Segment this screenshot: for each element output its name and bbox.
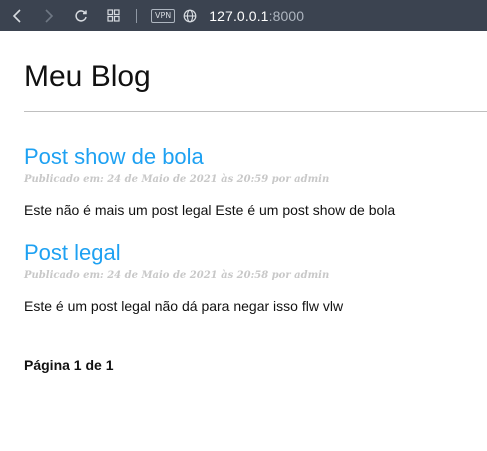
url-host: 127.0.0.1 [209, 7, 269, 24]
post-meta: Publicado em: 24 de Maio de 2021 às 20:5… [24, 174, 330, 185]
toolbar-divider [136, 8, 137, 23]
post-excerpt: Este é um post legal não dá para negar i… [24, 298, 344, 314]
post-item: Post show de bola Publicado em: 24 de Ma… [24, 142, 487, 219]
post-title-link[interactable]: Post legal [24, 238, 487, 268]
title-divider [24, 111, 487, 112]
reload-icon[interactable] [72, 6, 90, 26]
forward-icon[interactable] [40, 6, 58, 26]
tabs-grid-icon[interactable] [104, 6, 122, 26]
site-title[interactable]: Meu Blog [24, 31, 487, 99]
url-port: :8000 [268, 7, 305, 24]
back-icon[interactable] [8, 6, 26, 26]
post-title-link[interactable]: Post show de bola [24, 142, 487, 172]
vpn-badge[interactable]: VPN [151, 8, 176, 23]
pagination-info: Página 1 de 1 [24, 357, 114, 373]
globe-icon[interactable] [183, 9, 197, 23]
address-bar[interactable]: 127.0.0.1:8000 [209, 8, 304, 24]
browser-toolbar: VPN 127.0.0.1:8000 [0, 0, 487, 31]
post-excerpt: Este não é mais um post legal Este é um … [24, 202, 396, 218]
post-item: Post legal Publicado em: 24 de Maio de 2… [24, 238, 487, 315]
post-meta: Publicado em: 24 de Maio de 2021 às 20:5… [24, 270, 330, 281]
post-list: Post show de bola Publicado em: 24 de Ma… [0, 142, 487, 374]
blog-page: Meu Blog [0, 31, 487, 99]
